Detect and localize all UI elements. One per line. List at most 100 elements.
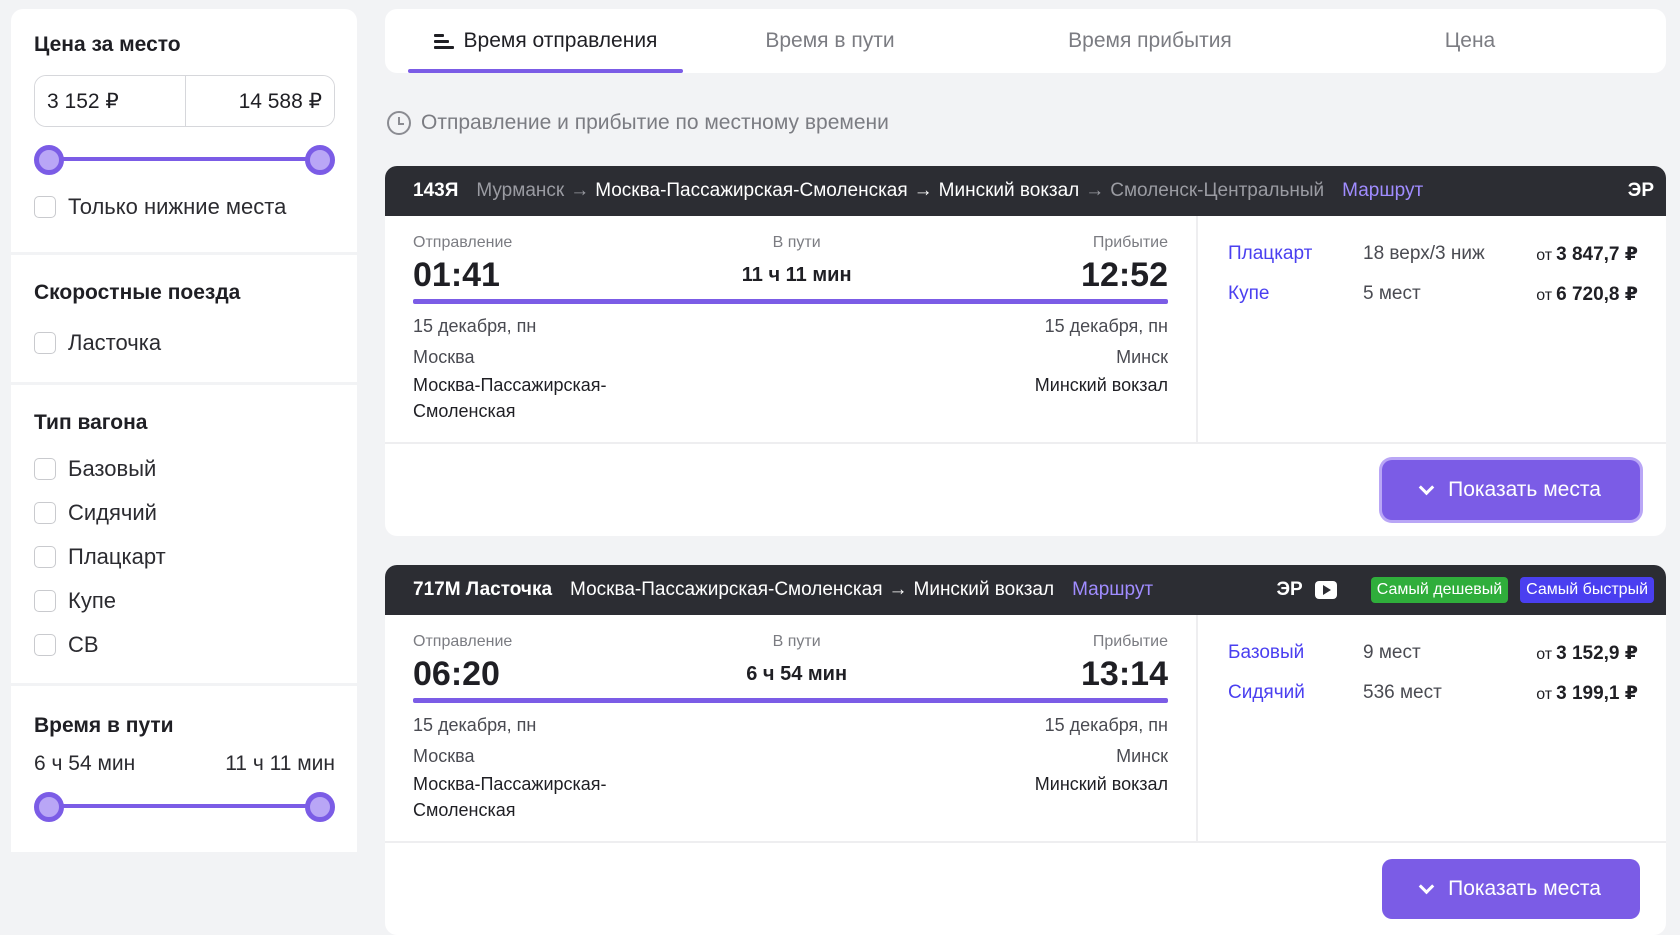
- arrival-place: Минск Минский вокзал: [1035, 347, 1168, 424]
- train-footer: Показать места: [385, 444, 1666, 536]
- train-header-badges: ЭР: [1628, 166, 1654, 216]
- fare-row[interactable]: Базовый 9 мест от 3 152,9 ₽: [1228, 633, 1638, 673]
- checkbox-box[interactable]: [34, 458, 56, 480]
- in-transit-label: В пути: [772, 234, 821, 251]
- departure-date: 15 декабря, пн: [413, 316, 537, 336]
- travel-time-filter: Время в пути 6 ч 54 мин 11 ч 11 мин: [11, 686, 357, 852]
- fare-row[interactable]: Плацкарт 18 верх/3 ниж от 3 847,7 ₽: [1228, 234, 1638, 274]
- checkbox-label: Сидячий: [68, 500, 157, 525]
- clock-icon: [387, 111, 411, 135]
- show-seats-button[interactable]: Показать места: [1382, 460, 1640, 520]
- lastochka-checkbox[interactable]: Ласточка: [34, 319, 335, 366]
- duration-value: 11 ч 11 мин: [741, 264, 852, 286]
- departure-label: Отправление: [413, 234, 513, 251]
- arrow-right-icon: →: [570, 180, 590, 201]
- fare-row[interactable]: Купе 5 мест от 6 720,8 ₽: [1228, 274, 1638, 314]
- departure-time: 06:20: [413, 655, 500, 693]
- arrow-right-icon: →: [888, 579, 908, 600]
- fare-car-type[interactable]: Купе: [1228, 283, 1363, 305]
- train-body: Отправление 01:41 В пути 11 ч 11 мин При…: [385, 216, 1666, 444]
- train-times: Отправление 06:20 В пути 6 ч 54 мин Приб…: [385, 615, 1198, 841]
- price-to-input[interactable]: [184, 76, 334, 126]
- fare-seats: 536 мест: [1363, 682, 1442, 703]
- train-card: 143Я Мурманск → Москва-Пассажирская-Смол…: [385, 166, 1666, 536]
- lower-seats-only-checkbox[interactable]: Только нижние места: [34, 183, 335, 230]
- travel-time-slider-max-handle[interactable]: [305, 792, 335, 822]
- train-header: 143Я Мурманск → Москва-Пассажирская-Смол…: [385, 166, 1666, 216]
- travel-time-slider-min-handle[interactable]: [34, 792, 64, 822]
- car-type-platskart-checkbox[interactable]: Плацкарт: [34, 535, 335, 579]
- trip-progress-bar: [413, 299, 1168, 304]
- departure-station: Москва-Пассажирская- Смоленская: [413, 372, 607, 424]
- departure-block: Отправление 06:20: [413, 633, 512, 694]
- departure-place: Москва Москва-Пассажирская- Смоленская: [413, 746, 607, 823]
- stations-row: Москва Москва-Пассажирская- Смоленская М…: [413, 746, 1168, 823]
- car-type-seated-checkbox[interactable]: Сидячий: [34, 491, 335, 535]
- fare-car-type[interactable]: Плацкарт: [1228, 243, 1363, 265]
- price-slider[interactable]: [34, 143, 335, 175]
- checkbox-label: Только нижние места: [68, 193, 287, 219]
- departure-station-line1: Москва-Пассажирская-: [413, 774, 607, 794]
- sort-tab-arrival[interactable]: Время прибытия: [1050, 9, 1250, 73]
- price-filter-title: Цена за место: [34, 33, 181, 56]
- car-type-sv-checkbox[interactable]: СВ: [34, 623, 335, 667]
- price-slider-max-handle[interactable]: [305, 145, 335, 175]
- sort-tab-departure[interactable]: Время отправления: [408, 9, 683, 73]
- timezone-note: Отправление и прибытие по местному време…: [387, 93, 1666, 153]
- route-link[interactable]: Маршрут: [1342, 180, 1423, 202]
- sort-tab-duration[interactable]: Время в пути: [730, 9, 930, 73]
- arrival-label: Прибытие: [1092, 633, 1168, 650]
- route-to: Минский вокзал: [913, 579, 1055, 600]
- sort-tab-label: Цена: [1444, 29, 1496, 52]
- train-number: 717М Ласточка: [413, 579, 553, 600]
- price-slider-track: [48, 157, 321, 161]
- checkbox-box[interactable]: [34, 634, 56, 656]
- price-filter: Цена за место Только нижние места: [11, 9, 357, 252]
- arrival-label: Прибытие: [1092, 234, 1168, 251]
- price-from-input[interactable]: [35, 76, 185, 126]
- train-header: 717М Ласточка Москва-Пассажирская-Смолен…: [385, 565, 1666, 615]
- checkbox-box[interactable]: [34, 502, 56, 524]
- checkbox-box[interactable]: [34, 546, 56, 568]
- fare-car-type[interactable]: Базовый: [1228, 642, 1363, 664]
- fare-seats: 5 мест: [1363, 283, 1421, 304]
- departure-date: 15 декабря, пн: [413, 715, 537, 735]
- show-seats-label: Показать места: [1448, 877, 1601, 900]
- car-type-kupe-checkbox[interactable]: Купе: [34, 579, 335, 623]
- price-slider-min-handle[interactable]: [34, 145, 64, 175]
- checkbox-box[interactable]: [34, 195, 56, 218]
- fare-car-type[interactable]: Сидячий: [1228, 682, 1363, 704]
- checkbox-label: Купе: [68, 588, 116, 613]
- checkbox-label: Базовый: [68, 456, 157, 481]
- train-footer: Показать места: [385, 843, 1666, 935]
- route-link[interactable]: Маршрут: [1072, 579, 1153, 601]
- arrival-time: 12:52: [1081, 256, 1168, 294]
- arrow-right-icon: →: [1085, 180, 1105, 201]
- checkbox-label: СВ: [68, 632, 99, 657]
- route-from: Москва-Пассажирская-Смоленская: [595, 180, 908, 201]
- duration-value: 6 ч 54 мин: [746, 663, 848, 685]
- checkbox-box[interactable]: [34, 590, 56, 612]
- fare-price: от 3 199,1 ₽: [1536, 682, 1638, 704]
- departure-station-line1: Москва-Пассажирская-: [413, 375, 607, 395]
- arrival-city: Минск: [1116, 746, 1168, 766]
- fare-row[interactable]: Сидячий 536 мест от 3 199,1 ₽: [1228, 673, 1638, 713]
- checkbox-box[interactable]: [34, 331, 56, 354]
- times-row: Отправление 06:20 В пути 6 ч 54 мин Приб…: [413, 633, 1168, 694]
- car-type-basic-checkbox[interactable]: Базовый: [34, 447, 335, 491]
- train-number: 143Я: [413, 180, 459, 201]
- departure-city: Москва: [413, 746, 475, 766]
- train-body: Отправление 06:20 В пути 6 ч 54 мин Приб…: [385, 615, 1666, 843]
- departure-block: Отправление 01:41: [413, 234, 512, 295]
- er-label: ЭР: [1627, 180, 1654, 201]
- travel-time-slider[interactable]: [34, 790, 335, 822]
- sort-tab-price[interactable]: Цена: [1370, 9, 1570, 73]
- arrival-station: Минский вокзал: [1034, 375, 1168, 395]
- arrival-block: Прибытие 12:52: [1081, 234, 1168, 295]
- departure-label: Отправление: [413, 633, 513, 650]
- arrival-place: Минск Минский вокзал: [1035, 746, 1168, 823]
- departure-station-line2: Смоленская: [413, 401, 516, 421]
- show-seats-label: Показать места: [1448, 478, 1601, 501]
- departure-city: Москва: [413, 347, 475, 367]
- show-seats-button[interactable]: Показать места: [1382, 859, 1640, 919]
